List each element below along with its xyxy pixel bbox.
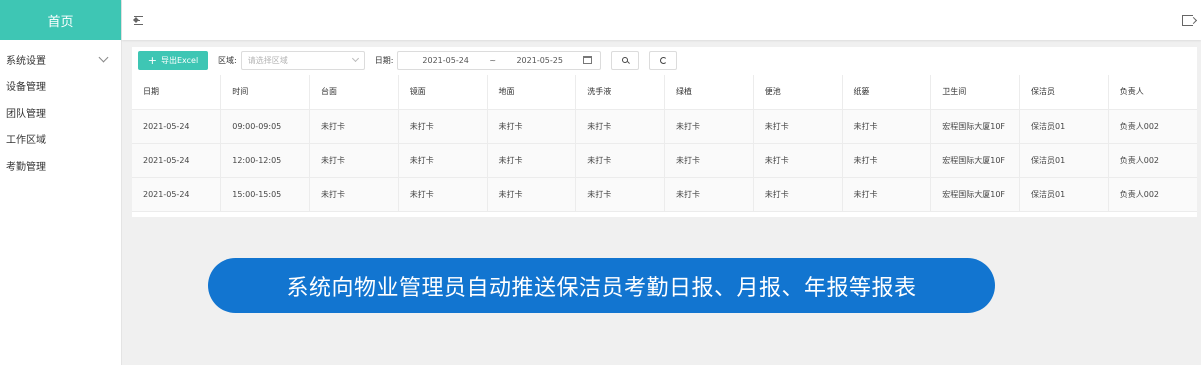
table-cell: 宏程国际大厦10F: [930, 177, 1020, 212]
column-header: 日期: [132, 75, 222, 110]
sidebar-item-label: 工作区域: [6, 135, 46, 147]
chevron-down-icon: [351, 54, 359, 63]
table-cell: 宏程国际大厦10F: [930, 143, 1020, 178]
table-cell: 未打卡: [842, 177, 932, 212]
home-brand[interactable]: 首页: [0, 0, 121, 40]
sidebar-item-team-management[interactable]: 团队管理: [0, 99, 121, 126]
column-header: 地面: [487, 75, 577, 110]
table-cell: 未打卡: [842, 143, 932, 178]
column-header: 镜面: [398, 75, 488, 110]
table-cell: 未打卡: [487, 143, 577, 178]
filter-toolbar: + 导出Excel 区域: 请选择区域 日期: 2021-05-24 ~ 202…: [132, 47, 1197, 73]
collapse-menu-icon[interactable]: [133, 15, 146, 25]
table-cell: 未打卡: [309, 143, 399, 178]
column-header: 纸篓: [842, 75, 932, 110]
table-cell: 未打卡: [753, 177, 843, 212]
date-start: 2021-05-24: [422, 55, 469, 65]
table-cell: 未打卡: [575, 177, 665, 212]
table-cell: 宏程国际大厦10F: [930, 109, 1020, 144]
sidebar-item-device-management[interactable]: 设备管理: [0, 73, 121, 100]
column-header: 绿植: [664, 75, 754, 110]
table-cell: 未打卡: [575, 109, 665, 144]
attendance-table: 日期 时间 台面 镜面 地面 洗手液 绿植 便池 纸篓 卫生间 保洁员 负责人 …: [132, 75, 1197, 212]
export-excel-button[interactable]: + 导出Excel: [138, 50, 208, 70]
table-cell: 未打卡: [309, 109, 399, 144]
table-cell: 负责人002: [1108, 109, 1197, 144]
table-row[interactable]: 2021-05-24 12:00-12:05 未打卡 未打卡 未打卡 未打卡 未…: [132, 143, 1197, 178]
sidebar-item-work-area[interactable]: 工作区域: [0, 126, 121, 153]
region-placeholder: 请选择区域: [247, 55, 288, 65]
date-end: 2021-05-25: [516, 55, 563, 65]
table-cell: 15:00-15:05: [220, 177, 310, 212]
column-header: 洗手液: [575, 75, 665, 110]
table-cell: 未打卡: [398, 143, 488, 178]
table-cell: 未打卡: [664, 109, 754, 144]
sidebar-item-label: 设备管理: [6, 82, 46, 94]
calendar-icon: [583, 56, 593, 64]
table-header-row: 日期 时间 台面 镜面 地面 洗手液 绿植 便池 纸篓 卫生间 保洁员 负责人: [132, 75, 1197, 110]
date-label: 日期:: [374, 55, 394, 65]
refresh-button[interactable]: [649, 50, 678, 70]
column-header: 负责人: [1108, 75, 1197, 110]
table-cell: 2021-05-24: [132, 109, 222, 144]
table-cell: 负责人002: [1108, 177, 1197, 212]
table-cell: 未打卡: [753, 109, 843, 144]
table-cell: 负责人002: [1108, 143, 1197, 178]
table-cell: 未打卡: [664, 177, 754, 212]
sidebar-item-label: 团队管理: [6, 108, 46, 120]
date-separator: ~: [489, 55, 497, 65]
search-icon: [622, 57, 629, 63]
table-row[interactable]: 2021-05-24 15:00-15:05 未打卡 未打卡 未打卡 未打卡 未…: [132, 177, 1197, 212]
table-cell: 2021-05-24: [132, 177, 222, 212]
column-header: 保洁员: [1019, 75, 1109, 110]
table-cell: 12:00-12:05: [220, 143, 310, 178]
region-label: 区域:: [218, 55, 237, 65]
table-cell: 未打卡: [842, 109, 932, 144]
chevron-down-icon: [98, 52, 109, 63]
column-header: 时间: [220, 75, 310, 110]
logout-icon[interactable]: [1182, 14, 1193, 26]
column-header: 台面: [309, 75, 399, 110]
sidebar-menu: 系统设置 设备管理 团队管理 工作区域 考勤管理: [0, 40, 121, 179]
column-header: 卫生间: [930, 75, 1020, 110]
export-excel-label: 导出Excel: [161, 55, 199, 65]
table-cell: 未打卡: [664, 143, 754, 178]
table-cell: 2021-05-24: [132, 143, 222, 178]
table-cell: 未打卡: [398, 109, 488, 144]
table-cell: 保洁员01: [1019, 177, 1109, 212]
attendance-panel: + 导出Excel 区域: 请选择区域 日期: 2021-05-24 ~ 202…: [132, 47, 1197, 217]
search-button[interactable]: [611, 50, 640, 70]
top-header: [122, 0, 1201, 40]
table-cell: 未打卡: [753, 143, 843, 178]
table-row[interactable]: 2021-05-24 09:00-09:05 未打卡 未打卡 未打卡 未打卡 未…: [132, 109, 1197, 144]
column-header: 便池: [753, 75, 843, 110]
region-select[interactable]: 请选择区域: [240, 50, 365, 70]
sidebar-item-label: 考勤管理: [6, 161, 46, 173]
refresh-icon: [659, 56, 667, 64]
sidebar-item-label: 系统设置: [6, 55, 46, 67]
table-cell: 保洁员01: [1019, 143, 1109, 178]
sidebar-item-attendance[interactable]: 考勤管理: [0, 152, 121, 179]
app: 首页 系统设置 设备管理 团队管理 工作区域 考勤管理 + 导出Excel 区域…: [0, 0, 1201, 365]
sidebar: 首页 系统设置 设备管理 团队管理 工作区域 考勤管理: [0, 0, 122, 365]
table-cell: 保洁员01: [1019, 109, 1109, 144]
table-cell: 未打卡: [398, 177, 488, 212]
table-cell: 09:00-09:05: [220, 109, 310, 144]
plus-icon: +: [147, 53, 157, 67]
table-cell: 未打卡: [309, 177, 399, 212]
sidebar-item-system-settings[interactable]: 系统设置: [0, 46, 121, 73]
promo-banner: 系统向物业管理员自动推送保洁员考勤日报、月报、年报等报表: [208, 258, 995, 313]
table-cell: 未打卡: [575, 143, 665, 178]
table-cell: 未打卡: [487, 177, 577, 212]
table-cell: 未打卡: [487, 109, 577, 144]
date-range-picker[interactable]: 2021-05-24 ~ 2021-05-25: [397, 50, 602, 70]
